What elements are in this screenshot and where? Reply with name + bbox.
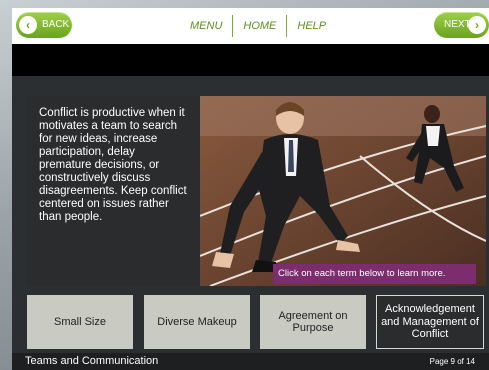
- content-panel: Conflict is productive when it motivates…: [26, 96, 486, 286]
- term-agreement-on-purpose-button[interactable]: Agreement on Purpose: [260, 295, 366, 349]
- help-link[interactable]: HELP: [287, 20, 336, 32]
- arrow-left-icon: ‹: [19, 16, 37, 34]
- instruction-caption: Click on each term below to learn more.: [273, 264, 476, 284]
- menu-link[interactable]: MENU: [180, 20, 232, 32]
- back-button-label: BACK: [42, 19, 70, 30]
- next-button-label: NEXT: [444, 19, 471, 30]
- header-band: [12, 44, 489, 76]
- term-buttons: Small Size Diverse Makeup Agreement on P…: [26, 295, 486, 351]
- lesson-frame: ‹ BACK MENU HOME HELP NEXT › Conflict is…: [12, 8, 489, 370]
- page-indicator: Page 9 of 14: [429, 357, 475, 366]
- back-button[interactable]: ‹ BACK: [16, 12, 72, 38]
- top-nav-bar: ‹ BACK MENU HOME HELP NEXT ›: [12, 8, 489, 44]
- intro-text: Conflict is productive when it motivates…: [39, 107, 187, 223]
- next-button[interactable]: NEXT ›: [434, 12, 489, 38]
- term-diverse-makeup-button[interactable]: Diverse Makeup: [144, 295, 250, 349]
- nav-links: MENU HOME HELP: [180, 8, 336, 44]
- term-acknowledgement-management-conflict-button[interactable]: Acknowledgement and Management of Confli…: [376, 295, 484, 349]
- footer-bar: Teams and Communication Page 9 of 14: [12, 353, 489, 370]
- home-link[interactable]: HOME: [233, 20, 286, 32]
- course-title: Teams and Communication: [25, 355, 159, 367]
- arrow-right-icon: ›: [468, 16, 486, 34]
- business-race-photo: [200, 96, 486, 286]
- term-small-size-button[interactable]: Small Size: [27, 295, 133, 349]
